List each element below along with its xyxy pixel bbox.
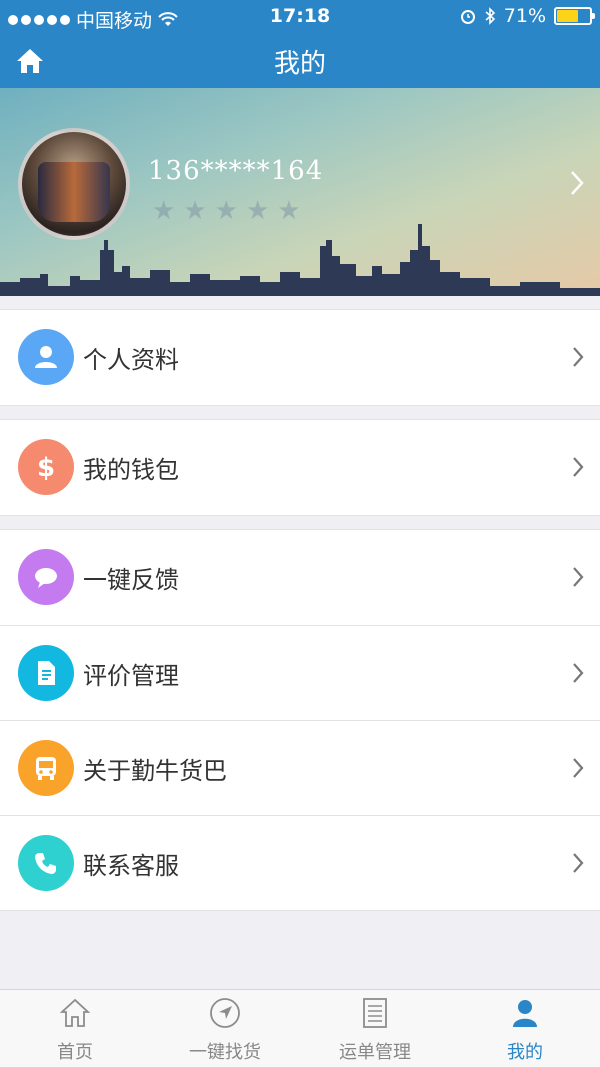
tab-item[interactable]: 我的 [450, 990, 600, 1067]
avatar[interactable] [18, 128, 130, 240]
list-document-icon [358, 996, 392, 1030]
menu-item[interactable]: 评价管理 [0, 625, 600, 720]
rating-stars: ★ ★ ★ ★ ★ [152, 198, 301, 224]
tab-label: 运单管理 [339, 1042, 411, 1063]
page-title: 我的 [273, 49, 326, 79]
bus-icon [18, 740, 74, 796]
menu-item-label: 我的钱包 [83, 456, 179, 484]
tab-bar: 首页 一键找货 运单管理 我的 [0, 989, 600, 1067]
chevron-right-icon [573, 567, 584, 587]
compass-arrow-icon [208, 996, 242, 1030]
alarm-icon [460, 10, 475, 24]
menu-group: 个人资料 [0, 309, 600, 406]
battery-icon [554, 7, 595, 25]
menu-item-label: 关于勤牛货巴 [83, 757, 227, 785]
tab-item[interactable]: 首页 [0, 990, 150, 1067]
document-icon [18, 645, 74, 701]
profile-banner[interactable]: 136*****164 ★ ★ ★ ★ ★ [0, 88, 600, 296]
svg-text:$: $ [37, 453, 55, 482]
chevron-right-icon [573, 457, 584, 477]
phone-icon [18, 835, 74, 891]
chevron-right-icon[interactable] [570, 170, 584, 196]
tab-label: 我的 [507, 1042, 543, 1063]
home-icon [58, 996, 92, 1030]
menu-item-label: 评价管理 [83, 662, 179, 690]
star-icon: ★ [152, 196, 176, 226]
status-bar: 中国移动 17:18 71% [0, 0, 600, 34]
navigation-bar: 我的 [0, 34, 600, 88]
battery-percent: 71% [503, 5, 546, 27]
tab-label: 一键找货 [189, 1042, 261, 1063]
chevron-right-icon [573, 758, 584, 778]
star-icon: ★ [183, 196, 207, 226]
menu-item[interactable]: $ 我的钱包 [0, 420, 600, 515]
chevron-right-icon [573, 347, 584, 367]
chevron-right-icon [573, 853, 584, 873]
menu-group: $ 我的钱包 [0, 419, 600, 516]
menu-item[interactable]: 联系客服 [0, 815, 600, 910]
chat-bubble-icon [18, 549, 74, 605]
bluetooth-icon [485, 7, 495, 25]
tab-item[interactable]: 运单管理 [300, 990, 450, 1067]
tab-item[interactable]: 一键找货 [150, 990, 300, 1067]
menu-item-label: 个人资料 [83, 346, 179, 374]
menu-item[interactable]: 关于勤牛货巴 [0, 720, 600, 815]
chevron-right-icon [573, 663, 584, 683]
top-bar: 中国移动 17:18 71% 我的 [0, 0, 600, 88]
star-icon: ★ [245, 196, 270, 226]
tab-label: 首页 [57, 1042, 93, 1063]
person-icon [18, 329, 74, 385]
menu-list: 个人资料 $ 我的钱包一键反馈评价管理关于勤牛货巴 联系客服 [0, 296, 600, 911]
dollar-icon: $ [18, 439, 74, 495]
menu-item-label: 联系客服 [83, 852, 179, 880]
star-icon: ★ [277, 196, 301, 226]
menu-item[interactable]: 一键反馈 [0, 530, 600, 625]
user-phone: 136*****164 [148, 156, 324, 186]
menu-item[interactable]: 个人资料 [0, 310, 600, 405]
user-icon [508, 996, 542, 1030]
star-icon: ★ [214, 196, 238, 226]
menu-group: 一键反馈评价管理关于勤牛货巴 联系客服 [0, 529, 600, 911]
menu-item-label: 一键反馈 [83, 566, 179, 594]
